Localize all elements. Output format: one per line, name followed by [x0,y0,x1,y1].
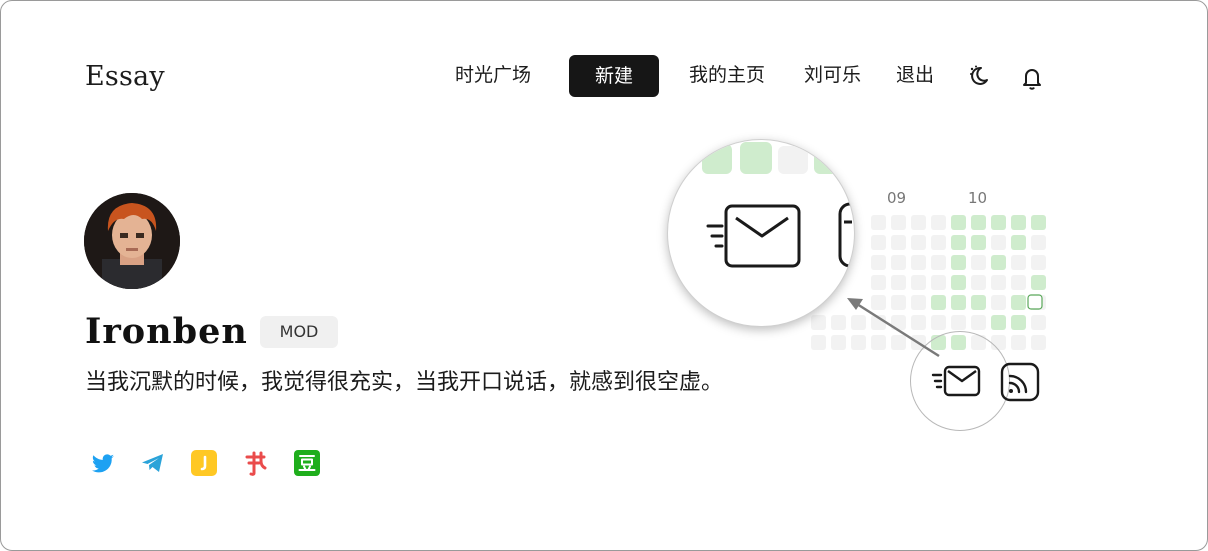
profile-card: Essay 时光广场 新建 我的主页 刘可乐 退出 Ironben MOD 当我… [0,0,1208,551]
email-fast-icon-zoomed [706,204,801,268]
magnifier-content [702,142,854,268]
zoom-magnifier [667,139,855,327]
zoom-arrow [847,298,940,358]
